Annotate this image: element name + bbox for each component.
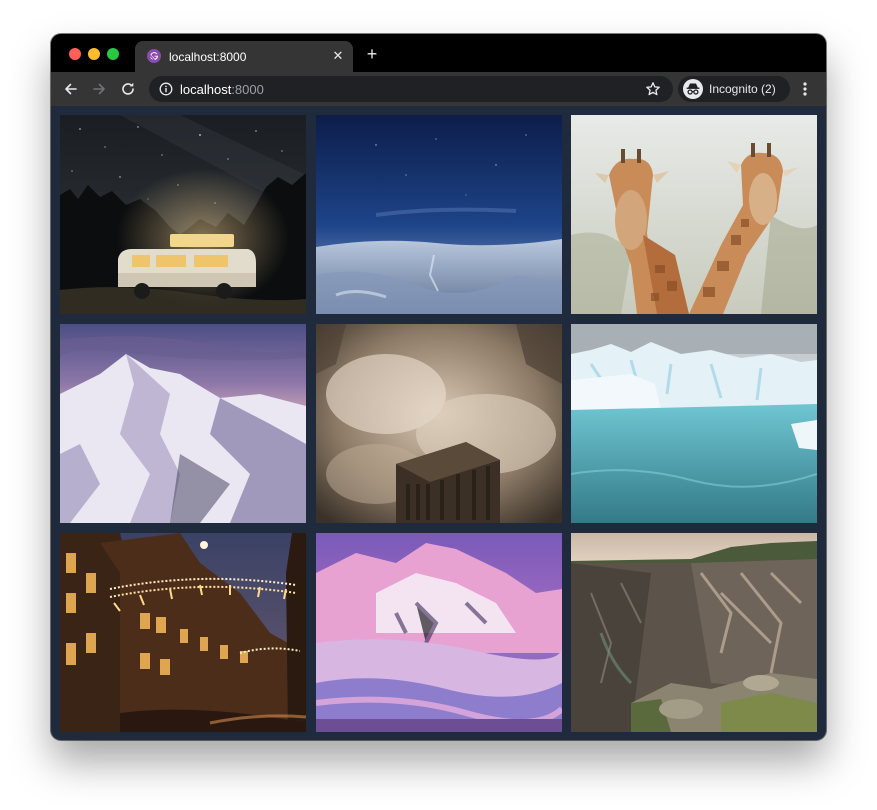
gallery-photo-street-lights[interactable]: [60, 533, 306, 732]
gallery-photo-pink-mountains[interactable]: [316, 533, 562, 732]
tab-strip: localhost:8000 ✕ +: [51, 34, 826, 72]
tab-title: localhost:8000: [169, 50, 247, 64]
image-gallery: [60, 115, 817, 732]
tab-localhost[interactable]: localhost:8000 ✕: [135, 41, 353, 72]
incognito-profile-button[interactable]: Incognito (2): [678, 76, 790, 102]
gallery-photo-glacier-lake[interactable]: [571, 324, 817, 523]
incognito-label: Incognito (2): [709, 82, 776, 96]
gatsby-favicon-icon: [147, 49, 161, 63]
kebab-menu-icon[interactable]: [800, 80, 810, 98]
incognito-icon: [683, 79, 703, 99]
gallery-photo-snowy-night[interactable]: [316, 115, 562, 314]
reload-icon[interactable]: [119, 80, 137, 98]
window-minimize-button[interactable]: [88, 48, 100, 60]
gallery-photo-camper-van[interactable]: [60, 115, 306, 314]
url-host: localhost: [180, 82, 232, 97]
gallery-photo-canyon[interactable]: [571, 533, 817, 732]
url-text[interactable]: localhost:8000: [180, 82, 264, 97]
url-port: :8000: [231, 82, 264, 97]
toolbar: localhost:8000 Incognito (2): [51, 72, 826, 106]
address-bar[interactable]: localhost:8000: [149, 76, 673, 102]
browser-window: localhost:8000 ✕ + localhost:8000 Incogn…: [51, 34, 826, 740]
arrow-left-icon[interactable]: [62, 80, 80, 98]
star-icon[interactable]: [645, 81, 661, 97]
window-close-button[interactable]: [69, 48, 81, 60]
new-tab-button[interactable]: +: [364, 45, 380, 63]
tab-close-icon[interactable]: ✕: [331, 49, 345, 63]
gallery-photo-skyscraper-clouds[interactable]: [316, 324, 562, 523]
gallery-photo-giraffes[interactable]: [571, 115, 817, 314]
gallery-photo-mountain-dusk[interactable]: [60, 324, 306, 523]
window-maximize-button[interactable]: [107, 48, 119, 60]
info-icon[interactable]: [159, 82, 173, 96]
arrow-right-icon[interactable]: [90, 80, 108, 98]
